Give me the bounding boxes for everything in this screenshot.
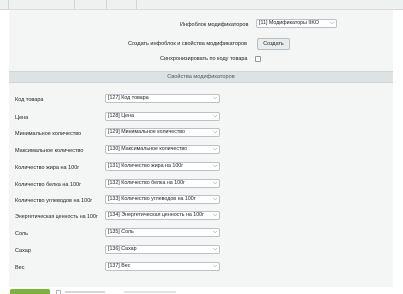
property-select-value: [131] Количество жира на 100г [108, 163, 184, 169]
property-label: Сахар [15, 248, 31, 254]
property-select[interactable]: [134] Энергетическая ценность на 100г ⌵ [105, 211, 220, 220]
chevron-down-icon: ⌵ [213, 180, 217, 186]
property-select[interactable]: [130] Максимальное количество ⌵ [105, 145, 220, 154]
property-label: Вес [15, 265, 25, 271]
property-select-value: [129] Минимальное количество [108, 129, 185, 135]
property-select[interactable]: [128] Цена ⌵ [105, 112, 220, 121]
property-select-value: [137] Вес [108, 263, 131, 269]
property-select[interactable]: [136] Сахар ⌵ [105, 245, 220, 254]
chevron-down-icon: ⌵ [213, 212, 217, 218]
property-label: Количество белка на 100г [15, 182, 82, 188]
chevron-down-icon: ⌵ [213, 146, 217, 152]
chevron-down-icon: ⌵ [213, 163, 217, 169]
chevron-down-icon: ⌵ [213, 113, 217, 119]
create-label: Создать инфоблок и свойства модификаторо… [128, 41, 247, 47]
property-select[interactable]: [129] Минимальное количество ⌵ [105, 128, 220, 137]
tab-strip [0, 0, 403, 10]
property-label: Количество жира на 100г [15, 165, 80, 171]
footer-checkbox[interactable] [56, 290, 61, 294]
sync-label: Синхронизировать по коду товара [160, 56, 248, 62]
tab-placeholder-1[interactable] [0, 0, 9, 10]
property-select-value: [136] Сахар [108, 246, 137, 252]
footer-placeholder-2 [124, 291, 176, 293]
property-label: Код товара [15, 97, 44, 103]
chevron-down-icon: ⌵ [213, 263, 217, 269]
property-select[interactable]: [133] Количество углеводов на 100г ⌵ [105, 195, 220, 204]
property-select-value: [133] Количество углеводов на 100г [108, 196, 196, 202]
property-select-value: [127] Код товара [108, 95, 149, 101]
property-label: Количество углеводов на 100г [15, 198, 93, 204]
section-header: Свойства модификаторов [9, 71, 393, 83]
section-title: Свойства модификаторов [167, 74, 235, 80]
tab-placeholder-3[interactable] [75, 0, 107, 10]
property-select[interactable]: [131] Количество жира на 100г ⌵ [105, 162, 220, 171]
chevron-down-icon: ⌵ [213, 229, 217, 235]
tab-placeholder-4[interactable] [107, 0, 137, 10]
infoblock-select-value: [11] Модификаторы IIKO [259, 20, 319, 26]
property-select-value: [128] Цена [108, 113, 134, 119]
infoblock-select[interactable]: [11] Модификаторы IIKO ⌵ [256, 19, 337, 28]
property-select[interactable]: [135] Соль ⌵ [105, 228, 220, 237]
save-button[interactable] [10, 289, 50, 294]
property-select[interactable]: [127] Код товара ⌵ [105, 94, 220, 103]
property-select[interactable]: [137] Вес ⌵ [105, 262, 220, 271]
infoblock-label: Инфоблок модификаторов [180, 22, 249, 28]
property-select-value: [134] Энергетическая ценность на 100г [108, 212, 205, 218]
chevron-down-icon: ⌵ [213, 129, 217, 135]
create-button[interactable]: Создать [257, 38, 290, 50]
property-label: Энергетическая ценность на 100г [15, 214, 98, 220]
tab-placeholder-2[interactable] [9, 0, 75, 10]
chevron-down-icon: ⌵ [213, 95, 217, 101]
chevron-down-icon: ⌵ [330, 20, 334, 26]
chevron-down-icon: ⌵ [213, 246, 217, 252]
property-label: Максимальное количество [15, 148, 84, 154]
sync-checkbox[interactable] [255, 56, 261, 62]
property-select-value: [130] Максимальное количество [108, 146, 188, 152]
property-label: Соль [15, 231, 28, 237]
property-label: Минимальное количество [15, 131, 82, 137]
property-select[interactable]: [132] Количество белка на 100г ⌵ [105, 179, 220, 188]
property-label: Цена [15, 115, 29, 121]
chevron-down-icon: ⌵ [213, 196, 217, 202]
property-select-value: [132] Количество белка на 100г [108, 180, 185, 186]
property-select-value: [135] Соль [108, 229, 134, 235]
footer-placeholder-1 [65, 291, 105, 293]
